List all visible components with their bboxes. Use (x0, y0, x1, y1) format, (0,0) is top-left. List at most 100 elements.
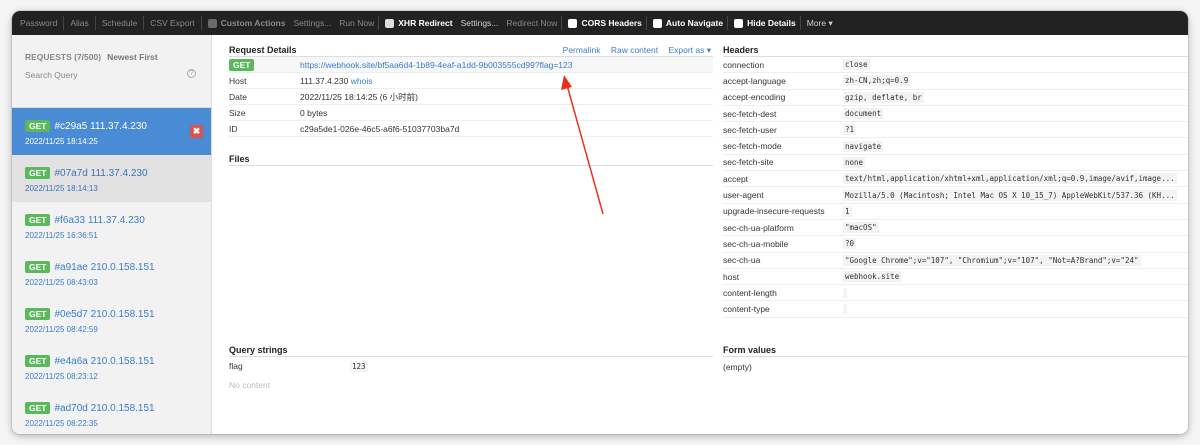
method-badge: GET (25, 402, 51, 414)
request-ip: 210.0.158.151 (90, 355, 155, 367)
run-now-button[interactable]: Run Now (335, 18, 378, 28)
cors-headers-toggle[interactable]: CORS Headers (562, 18, 645, 28)
checkbox-icon (568, 18, 578, 28)
method-badge: GET (229, 58, 255, 71)
request-list-item[interactable]: GET #e4a6a 210.0.158.151 2022/11/25 08:23… (12, 343, 211, 390)
header-row: sec-fetch-user ?1 (723, 122, 1188, 139)
query-value: 123 (350, 360, 368, 372)
request-id: #ad70d (54, 402, 88, 414)
method-badge: GET (25, 261, 51, 273)
method-badge: GET (25, 355, 51, 367)
auto-navigate-label: Auto Navigate (665, 18, 724, 28)
request-date: 2022/11/25 16:36:51 (25, 231, 98, 240)
xhr-redirect-toggle[interactable]: XHR Redirect (379, 18, 456, 28)
webhook-site-window: Password Alias Schedule CSV Export Custo… (12, 11, 1188, 434)
headers-header: Headers (723, 35, 1188, 57)
form-values-header: Form values (723, 335, 1188, 357)
custom-actions-label: Custom Actions (220, 18, 286, 28)
request-url-link[interactable]: https://webhook.site/bf5aa6d4-1b89-4eaf-… (300, 60, 572, 70)
schedule-button[interactable]: Schedule (96, 18, 143, 28)
host-label: Host (229, 75, 247, 86)
id-value: c29a5de1-026e-46c5-a6f6-51037703ba7d (300, 123, 460, 134)
request-list-item[interactable]: GET #a91ae 210.0.158.151 2022/11/25 08:43… (12, 249, 211, 296)
request-id: #a91ae (54, 261, 88, 273)
header-key: accept (723, 173, 749, 184)
alias-button[interactable]: Alias (64, 18, 94, 28)
query-strings-section: Query strings flag 123 No content (229, 335, 713, 390)
help-icon[interactable]: ? (187, 69, 196, 78)
detail-row-id: ID c29a5de1-026e-46c5-a6f6-51037703ba7d (229, 121, 713, 137)
header-value: zh-CN,zh;q=0.9 (843, 75, 911, 87)
method-badge: GET (25, 120, 51, 132)
header-key: host (723, 271, 740, 282)
auto-navigate-toggle[interactable]: Auto Navigate (647, 18, 727, 28)
raw-content-link[interactable]: Raw content (611, 45, 658, 55)
request-list-item[interactable]: GET #c29a5 111.37.4.230 2022/11/25 18:14:… (12, 108, 211, 155)
header-value: "macOS" (843, 222, 879, 234)
detail-row-host: Host 111.37.4.230 whois (229, 73, 713, 89)
files-header: Files (229, 144, 713, 166)
host-value: 111.37.4.230 (300, 75, 349, 86)
section-title: Request Details (229, 45, 297, 55)
section-title: Headers (723, 45, 759, 55)
request-date: 2022/11/25 08:43:03 (25, 278, 98, 287)
custom-actions-toggle[interactable]: Custom Actions (202, 18, 290, 28)
header-key: sec-fetch-dest (723, 108, 777, 119)
header-value: 1 (843, 205, 852, 217)
header-key: accept-language (723, 75, 786, 86)
id-label: ID (229, 123, 238, 134)
detail-row-url: GET https://webhook.site/bf5aa6d4-1b89-4… (229, 57, 713, 73)
cors-headers-label: CORS Headers (581, 18, 642, 28)
export-as-dropdown[interactable]: Export as ▾ (668, 45, 711, 55)
header-value: navigate (843, 140, 884, 152)
header-key: sec-fetch-site (723, 157, 774, 168)
header-value: gzip, deflate, br (843, 91, 924, 103)
xhr-settings-button[interactable]: Settings... (457, 18, 503, 28)
sort-order-button[interactable]: Newest First (107, 52, 158, 62)
header-key: sec-ch-ua-platform (723, 222, 794, 233)
header-value: ?0 (843, 238, 857, 250)
date-value: 2022/11/25 18:14:25 (6 小时前) (300, 91, 418, 102)
header-row: sec-fetch-mode navigate (723, 138, 1188, 155)
header-row: upgrade-insecure-requests 1 (723, 204, 1188, 220)
header-key: accept-encoding (723, 92, 786, 103)
size-value: 0 bytes (300, 107, 328, 118)
detail-row-date: Date 2022/11/25 18:14:25 (6 小时前) (229, 89, 713, 105)
request-list-item[interactable]: GET #f6a33 111.37.4.230 2022/11/25 16:36:… (12, 202, 211, 249)
header-value: ?1 (843, 124, 857, 136)
header-row: accept-encoding gzip, deflate, br (723, 90, 1188, 106)
whois-link[interactable]: whois (351, 76, 373, 86)
request-list-item[interactable]: GET #0e5d7 210.0.158.151 2022/11/25 08:42… (12, 296, 211, 343)
headers-panel: Headers connection close accept-language zh… (723, 35, 1188, 434)
query-key: flag (229, 361, 243, 371)
header-value (843, 287, 847, 298)
password-button[interactable]: Password (14, 18, 63, 28)
request-details-header: Request Details Permalink Raw content Ex… (229, 35, 713, 57)
header-row: content-length (723, 285, 1188, 302)
permalink-link[interactable]: Permalink (563, 45, 601, 55)
search-query-input[interactable]: Search Query (25, 70, 211, 80)
no-content-text: No content (229, 380, 271, 390)
method-badge: GET (25, 308, 51, 320)
more-menu-button[interactable]: More ▾ (801, 18, 839, 29)
sidebar-header: REQUESTS (7/500) Newest First Search Quer… (12, 35, 211, 108)
request-id: #0e5d7 (54, 308, 88, 320)
request-id: #f6a33 (54, 214, 86, 226)
redirect-now-button[interactable]: Redirect Now (502, 18, 561, 28)
request-list-item[interactable]: GET #ad70d 210.0.158.151 2022/11/25 08:22… (12, 390, 211, 434)
hide-details-toggle[interactable]: Hide Details (728, 18, 800, 28)
header-row: host webhook.site (723, 269, 1188, 286)
method-badge: GET (25, 214, 51, 226)
csv-export-button[interactable]: CSV Export (144, 18, 200, 28)
headers-table: connection close accept-language zh-CN,zh;q… (723, 57, 1188, 318)
custom-actions-settings-button[interactable]: Settings... (289, 18, 335, 28)
header-value: close (843, 59, 870, 71)
header-value: "Google Chrome";v="107", "Chromium";v="1… (843, 254, 1141, 266)
request-id: #07a7d (54, 167, 88, 179)
delete-request-button[interactable]: ✖ (190, 125, 203, 138)
header-row: sec-fetch-site none (723, 155, 1188, 172)
hide-details-label: Hide Details (747, 18, 796, 28)
request-list-item[interactable]: GET #07a7d 111.37.4.230 2022/11/25 18:14:… (12, 155, 211, 202)
header-key: content-type (723, 304, 770, 315)
request-ip: 210.0.158.151 (90, 402, 155, 414)
